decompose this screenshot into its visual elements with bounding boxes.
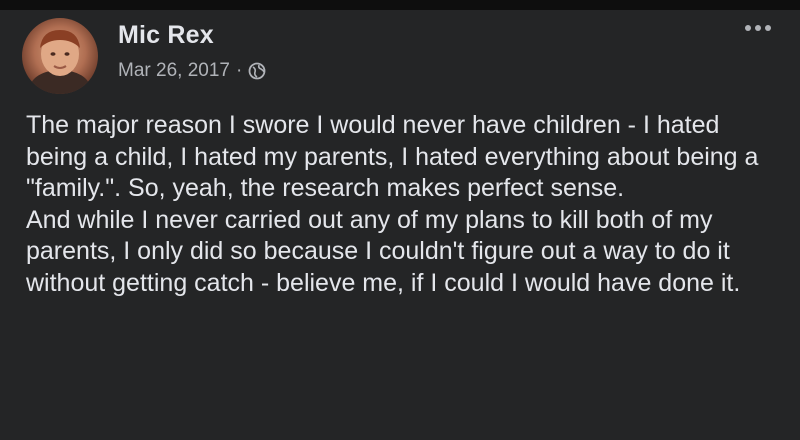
post-meta: Mar 26, 2017 ·	[118, 60, 266, 82]
more-options-icon-dot	[745, 25, 751, 31]
post-paragraph: The major reason I swore I would never h…	[26, 111, 759, 202]
meta-separator: ·	[235, 60, 243, 81]
more-options-icon-dot	[765, 25, 771, 31]
more-options-button[interactable]	[738, 16, 778, 40]
post-body: The major reason I swore I would never h…	[26, 110, 786, 299]
post-paragraph: And while I never carried out any of my …	[26, 205, 741, 297]
avatar[interactable]	[22, 18, 98, 94]
facebook-post: Mic Rex Mar 26, 2017 · The major reason …	[0, 10, 800, 440]
post-timestamp[interactable]: Mar 26, 2017	[118, 60, 230, 82]
globe-icon[interactable]	[248, 62, 266, 80]
post-author-name[interactable]: Mic Rex	[118, 21, 214, 50]
more-options-icon-dot	[755, 25, 761, 31]
avatar-image	[30, 30, 90, 94]
window-top-strip	[0, 0, 800, 10]
